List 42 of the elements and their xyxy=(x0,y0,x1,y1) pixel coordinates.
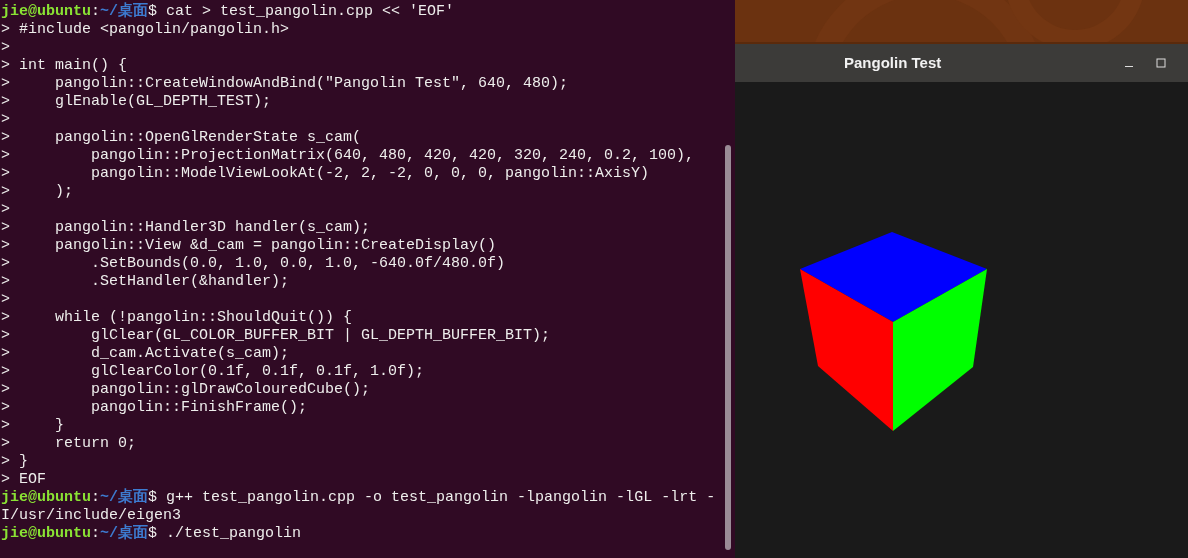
terminal-line: > pangolin::View &d_cam = pangolin::CreateDisplay() xyxy=(1,237,497,254)
command-text: $ cat > test_pangolin.cpp << 'EOF' xyxy=(148,3,455,20)
window-title: Pangolin Test xyxy=(844,52,942,73)
terminal-line: > #include <pangolin/pangolin.h> xyxy=(1,21,290,38)
maximize-icon[interactable] xyxy=(1156,58,1166,68)
prompt-user: jie@ubuntu xyxy=(1,3,91,20)
prompt-path: ~/桌面 xyxy=(100,3,149,20)
terminal-line: > EOF xyxy=(1,471,46,488)
terminal-line: > xyxy=(1,111,10,128)
terminal-line: > } xyxy=(1,453,28,470)
command-text: $ ./test_pangolin xyxy=(148,525,302,542)
prompt-user: jie@ubuntu xyxy=(1,525,91,542)
terminal-line: > glClearColor(0.1f, 0.1f, 0.1f, 1.0f); xyxy=(1,363,425,380)
terminal-line: > glClear(GL_COLOR_BUFFER_BIT | GL_DEPTH_BUFFER_BIT); xyxy=(1,327,551,344)
scrollbar-thumb[interactable] xyxy=(725,145,731,550)
terminal-line: > pangolin::ProjectionMatrix(640, 480, 420, 420, 320, 240, 0.2, 100), xyxy=(1,147,695,164)
prompt-user: jie@ubuntu xyxy=(1,489,91,506)
terminal-line: > pangolin::glDrawColouredCube(); xyxy=(1,381,371,398)
terminal-line: > ); xyxy=(1,183,73,200)
terminal-line: > pangolin::OpenGlRenderState s_cam( xyxy=(1,129,362,146)
command-text: $ g++ test_pangolin.cpp -o test_pangolin -lpangolin -lGL -lrt - xyxy=(148,489,716,506)
terminal-line: > } xyxy=(1,417,64,434)
terminal-line: > pangolin::FinishFrame(); xyxy=(1,399,308,416)
terminal-line: > d_cam.Activate(s_cam); xyxy=(1,345,290,362)
terminal-line: > glEnable(GL_DEPTH_TEST); xyxy=(1,93,272,110)
terminal-line: > pangolin::Handler3D handler(s_cam); xyxy=(1,219,371,236)
prompt-separator: : xyxy=(91,525,101,542)
terminal-line: > xyxy=(1,39,10,56)
prompt-separator: : xyxy=(91,489,101,506)
terminal-line: I/usr/include/eigen3 xyxy=(1,507,182,524)
prompt-path: ~/桌面 xyxy=(100,489,149,506)
terminal-line: > return 0; xyxy=(1,435,137,452)
terminal-line: > .SetBounds(0.0, 1.0, 0.0, 1.0, -640.0f/480.0f) xyxy=(1,255,506,272)
prompt-separator: : xyxy=(91,3,101,20)
terminal-line: > int main() { xyxy=(1,57,128,74)
terminal-line: > pangolin::ModelViewLookAt(-2, 2, -2, 0, 0, 0, pangolin::AxisY) xyxy=(1,165,650,182)
prompt-path: ~/桌面 xyxy=(100,525,149,542)
terminal-line: > xyxy=(1,201,10,218)
terminal-line: > while (!pangolin::ShouldQuit()) { xyxy=(1,309,353,326)
terminal-line: > xyxy=(1,291,10,308)
terminal-line: > pangolin::CreateWindowAndBind("Pangolin Test", 640, 480); xyxy=(1,75,569,92)
terminal-line: > .SetHandler(&handler); xyxy=(1,273,290,290)
